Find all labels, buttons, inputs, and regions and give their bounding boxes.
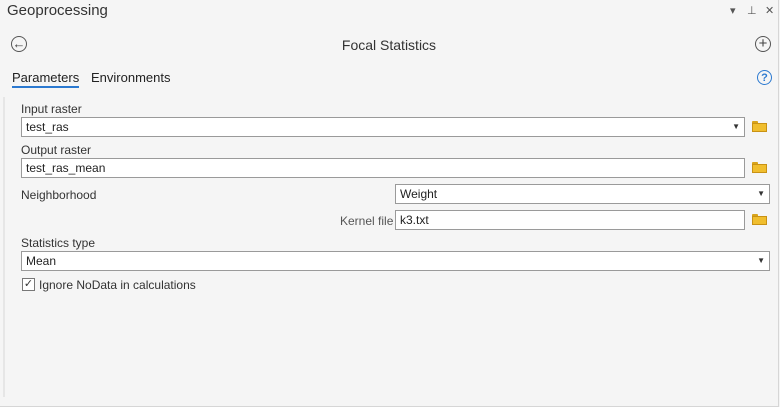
ignore-nodata-checkbox[interactable]: ✓ — [22, 278, 35, 291]
statistics-type-label: Statistics type — [21, 236, 96, 250]
ignore-nodata-label[interactable]: Ignore NoData in calculations — [39, 278, 196, 292]
output-raster-value: test_ras_mean — [26, 161, 106, 175]
add-icon[interactable]: + — [755, 36, 771, 52]
kernel-file-field[interactable]: k3.txt — [395, 210, 745, 230]
output-raster-label: Output raster — [21, 143, 92, 157]
chevron-down-icon: ▼ — [757, 189, 765, 198]
pane-menu-icon[interactable]: ▾ — [730, 4, 736, 18]
tool-title: Focal Statistics — [341, 37, 437, 53]
neighborhood-dropdown[interactable]: Weight ▼ — [395, 184, 770, 204]
neighborhood-label: Neighborhood — [21, 188, 97, 202]
chevron-down-icon: ▼ — [757, 256, 765, 265]
pane-title-bar: Geoprocessing ▾ ⊥ ✕ — [0, 0, 778, 24]
browse-folder-icon[interactable] — [752, 214, 767, 225]
input-raster-dropdown[interactable]: test_ras ▼ — [21, 117, 745, 137]
help-icon[interactable]: ? — [757, 70, 772, 85]
tab-parameters[interactable]: Parameters — [12, 70, 80, 88]
browse-folder-icon[interactable] — [752, 162, 767, 173]
kernel-file-value: k3.txt — [400, 213, 429, 227]
pin-icon[interactable]: ⊥ — [747, 4, 757, 18]
parameter-group-bar — [3, 97, 5, 397]
close-icon[interactable]: ✕ — [765, 4, 774, 18]
browse-folder-icon[interactable] — [752, 121, 767, 132]
pane-title: Geoprocessing — [7, 2, 108, 19]
output-raster-field[interactable]: test_ras_mean — [21, 158, 745, 178]
statistics-type-dropdown[interactable]: Mean ▼ — [21, 251, 770, 271]
tab-environments[interactable]: Environments — [91, 70, 170, 85]
chevron-down-icon: ▼ — [732, 122, 740, 131]
geoprocessing-pane: Geoprocessing ▾ ⊥ ✕ ← Focal Statistics +… — [0, 0, 779, 407]
kernel-file-label: Kernel file — [340, 214, 394, 228]
neighborhood-value: Weight — [400, 187, 438, 201]
input-raster-value: test_ras — [26, 120, 69, 134]
input-raster-label: Input raster — [21, 102, 82, 116]
statistics-type-value: Mean — [26, 254, 57, 268]
